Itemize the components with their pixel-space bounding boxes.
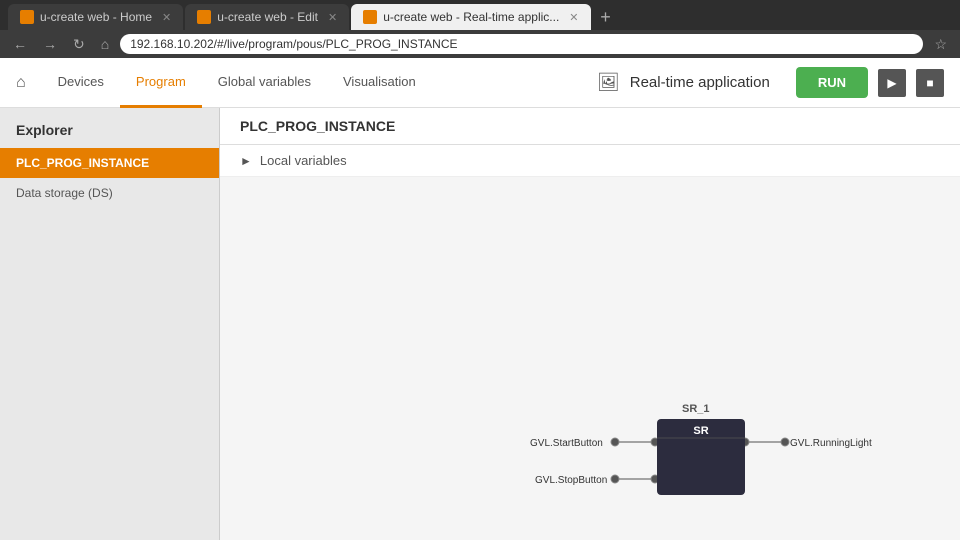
tab-favicon-1 [20,10,34,24]
home-button[interactable]: ⌂ [96,34,114,54]
tab-visualisation[interactable]: Visualisation [327,58,432,108]
tab-favicon-2 [197,10,211,24]
app-title-section: 🖼 Real-time application RUN ▶ ■ [597,67,944,98]
chevron-icon: ► [240,154,252,168]
svg-text:GVL.StartButton: GVL.StartButton [530,438,603,449]
sidebar-title: Explorer [0,108,219,148]
app-header: ⌂ Devices Program Global variables Visua… [0,58,960,108]
app-home-button[interactable]: ⌂ [16,74,26,92]
svg-text:S1: S1 [660,438,673,449]
app-title: Real-time application [630,74,770,91]
tab-close-1[interactable]: ✕ [162,11,171,24]
nav-tabs: Devices Program Global variables Visuali… [42,58,597,108]
nav-bar: ← → ↻ ⌂ 192.168.10.202/#/live/program/po… [0,30,960,58]
svg-text:SR_1: SR_1 [682,403,710,415]
tab-favicon-3 [363,10,377,24]
forward-button[interactable]: → [38,34,62,54]
new-tab-button[interactable]: + [593,4,619,30]
sidebar-item-plc-prog[interactable]: PLC_PROG_INSTANCE [0,148,219,178]
tab-2[interactable]: u-create web - Edit ✕ [185,4,349,30]
content-title: PLC_PROG_INSTANCE [240,118,395,134]
stop-button[interactable]: ■ [916,69,944,97]
diagram-svg: GVL.StartButton S1 GVL.StopButton R Q1 G… [220,177,960,540]
tab-label-1: u-create web - Home [40,10,152,24]
browser-chrome: u-create web - Home ✕ u-create web - Edi… [0,0,960,58]
tab-1[interactable]: u-create web - Home ✕ [8,4,183,30]
run-button[interactable]: RUN [796,67,868,98]
main-layout: Explorer PLC_PROG_INSTANCE Data storage … [0,108,960,540]
local-vars-toggle[interactable]: ► Local variables [220,145,960,177]
tab-global-variables[interactable]: Global variables [202,58,327,108]
bookmark-button[interactable]: ☆ [929,34,952,55]
address-text: 192.168.10.202/#/live/program/pous/PLC_P… [130,37,457,51]
sidebar-item-data-storage[interactable]: Data storage (DS) [0,178,219,208]
sidebar: Explorer PLC_PROG_INSTANCE Data storage … [0,108,220,540]
diagram-area: GVL.StartButton S1 GVL.StopButton R Q1 G… [220,177,960,540]
svg-text:GVL.RunningLight: GVL.RunningLight [790,438,872,449]
back-button[interactable]: ← [8,34,32,54]
tab-devices[interactable]: Devices [42,58,120,108]
play-button[interactable]: ▶ [878,69,906,97]
tab-close-3[interactable]: ✕ [569,11,578,24]
reload-button[interactable]: ↻ [68,34,90,55]
tab-label-3: u-create web - Real-time applic... [383,10,559,24]
tab-close-2[interactable]: ✕ [328,11,337,24]
address-bar[interactable]: 192.168.10.202/#/live/program/pous/PLC_P… [120,34,923,54]
content-header: PLC_PROG_INSTANCE [220,108,960,145]
tab-program[interactable]: Program [120,58,202,108]
content-area: PLC_PROG_INSTANCE ► Local variables [220,108,960,540]
svg-text:Q1: Q1 [729,438,743,449]
svg-text:R: R [660,475,667,486]
tab-3[interactable]: u-create web - Real-time applic... ✕ [351,4,590,30]
svg-text:SR: SR [693,425,708,437]
tab-label-2: u-create web - Edit [217,10,318,24]
svg-text:GVL.StopButton: GVL.StopButton [535,475,607,486]
tab-bar: u-create web - Home ✕ u-create web - Edi… [0,0,960,30]
monitor-icon: 🖼 [597,72,620,93]
